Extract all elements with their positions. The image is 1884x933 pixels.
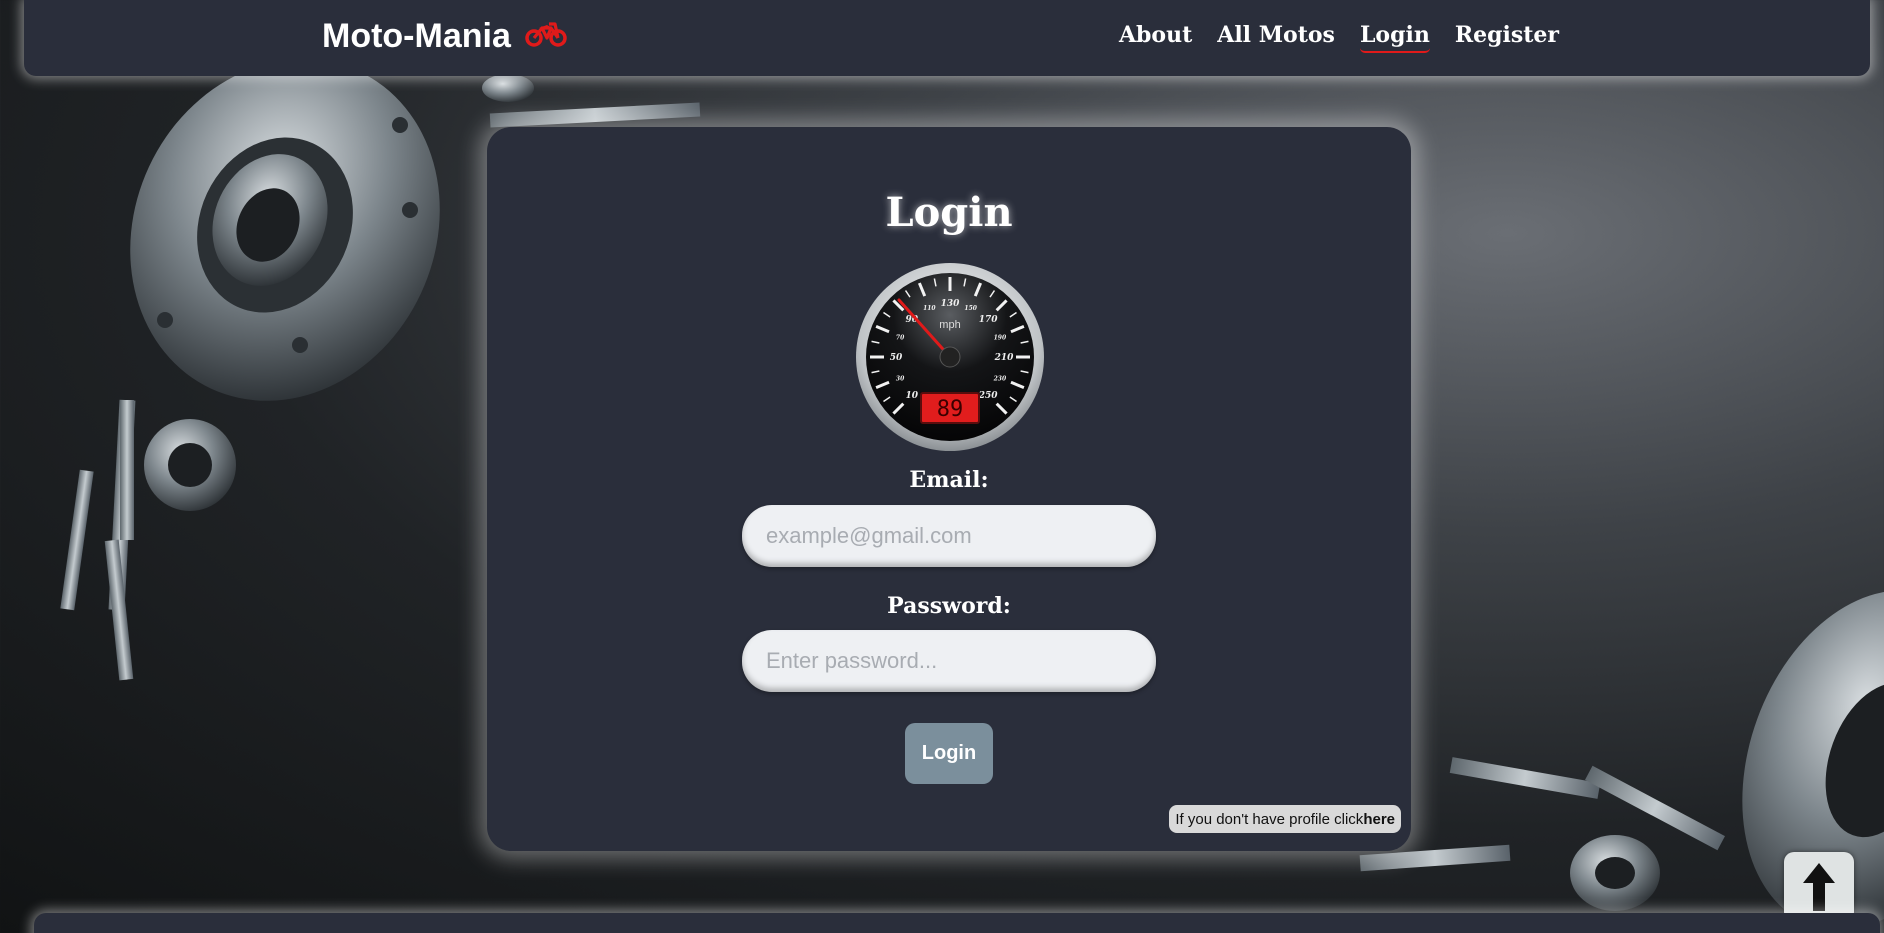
register-hint: If you don't have profile click here [1169, 805, 1401, 833]
gauge-tick-label: 130 [941, 299, 961, 309]
email-label: Email: [909, 467, 989, 493]
gauge-readout: 89 [937, 397, 964, 422]
gauge-tick-label: 110 [923, 305, 936, 312]
password-field[interactable] [742, 630, 1156, 692]
nav-all-motos[interactable]: All Motos [1217, 22, 1335, 48]
register-here-link[interactable]: here [1363, 811, 1395, 828]
motorcycle-icon [525, 16, 567, 57]
brand-name: Moto-Mania [322, 17, 511, 55]
gauge-tick-label: 170 [979, 315, 999, 325]
main-nav: About All Motos Login Register [1119, 22, 1559, 53]
footer [34, 913, 1880, 933]
nav-about[interactable]: About [1119, 22, 1192, 48]
gauge-tick-label: 70 [896, 334, 905, 341]
speedometer-graphic: 1030507090110 130 150170190210230250 mph 8… [856, 263, 1044, 451]
nav-register[interactable]: Register [1455, 22, 1559, 48]
gauge-tick-label: 10 [906, 391, 919, 401]
brand-logo[interactable]: Moto-Mania [322, 16, 567, 57]
top-navbar: Moto-Mania About All Motos Login Registe… [24, 0, 1870, 76]
gauge-tick-label: 210 [994, 353, 1015, 363]
login-button[interactable]: Login [905, 723, 993, 784]
arrow-up-icon [1803, 863, 1835, 911]
email-field[interactable] [742, 505, 1156, 567]
scroll-top-button[interactable] [1784, 852, 1854, 922]
gauge-unit: mph [939, 319, 960, 331]
speedometer-icon: 10 30 50 70 90 110 130 150 170 190 210 230 250 mph 8… [855, 262, 1045, 452]
login-card: Login 10 30 50 70 90 110 130 150 170 190 210 230 250… [487, 127, 1411, 851]
gauge-tick-label: 150 [964, 305, 977, 312]
gauge-tick-label: 230 [993, 376, 1007, 383]
gauge-tick-label: 30 [896, 376, 905, 383]
nav-login[interactable]: Login [1359, 22, 1430, 53]
password-label: Password: [887, 593, 1011, 619]
register-hint-text: If you don't have profile click [1175, 810, 1364, 828]
gauge-tick-label: 250 [978, 391, 999, 401]
login-title: Login [885, 189, 1013, 236]
gauge-tick-label: 50 [890, 353, 903, 363]
gauge-tick-label: 190 [994, 334, 1007, 341]
